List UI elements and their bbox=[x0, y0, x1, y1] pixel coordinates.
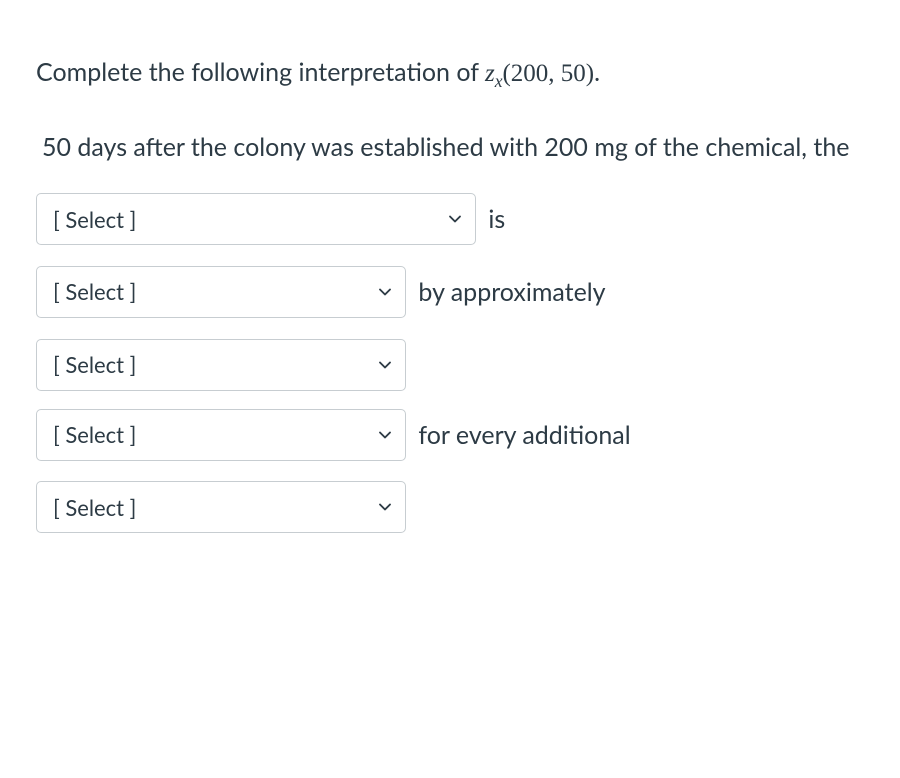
select-1[interactable]: [ Select ] bbox=[36, 193, 476, 245]
chevron-down-icon bbox=[375, 497, 395, 517]
select-5-label: [ Select ] bbox=[53, 477, 136, 539]
select-4-label: [ Select ] bbox=[53, 404, 136, 466]
chevron-down-icon bbox=[375, 425, 395, 445]
sentence-for-every: for every additional bbox=[412, 420, 632, 450]
select-5[interactable]: [ Select ] bbox=[36, 481, 406, 533]
select-4[interactable]: [ Select ] bbox=[36, 409, 406, 461]
sentence-is: is bbox=[482, 204, 507, 234]
select-1-label: [ Select ] bbox=[53, 189, 136, 251]
chevron-down-icon bbox=[375, 355, 395, 375]
chevron-down-icon bbox=[375, 282, 395, 302]
chevron-down-icon bbox=[445, 209, 465, 229]
fill-in-sentence: 50 days after the colony was established… bbox=[36, 109, 864, 540]
select-3[interactable]: [ Select ] bbox=[36, 339, 406, 391]
math-expr: zx(200, 50) bbox=[485, 60, 594, 87]
prompt-pre: Complete the following interpretation of bbox=[36, 57, 485, 87]
select-2-label: [ Select ] bbox=[53, 261, 136, 323]
select-3-label: [ Select ] bbox=[53, 334, 136, 396]
prompt-line: Complete the following interpretation of… bbox=[36, 52, 864, 95]
select-2[interactable]: [ Select ] bbox=[36, 266, 406, 318]
sentence-intro: 50 days after the colony was established… bbox=[36, 132, 852, 162]
sentence-by-approx: by approximately bbox=[412, 277, 607, 307]
